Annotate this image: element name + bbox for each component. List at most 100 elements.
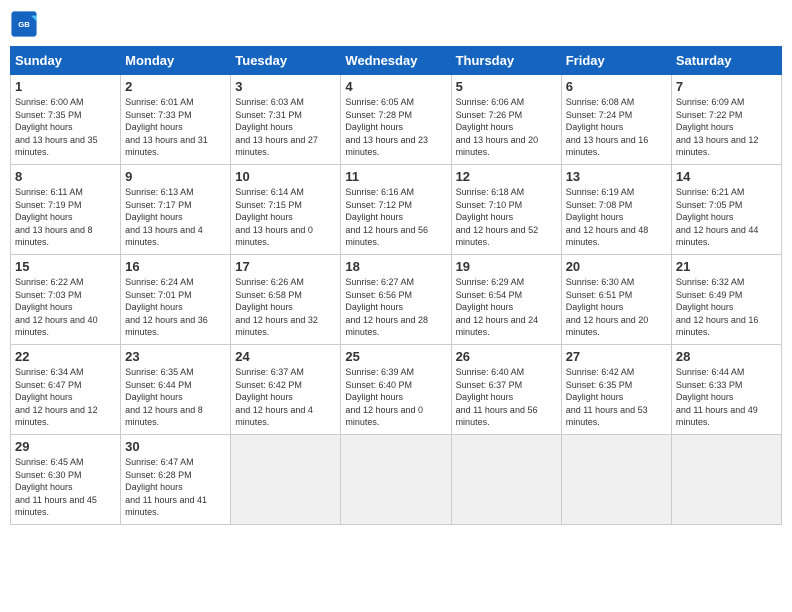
- day-cell: 24 Sunrise: 6:37 AM Sunset: 6:42 PM Dayl…: [231, 345, 341, 435]
- day-cell: 11 Sunrise: 6:16 AM Sunset: 7:12 PM Dayl…: [341, 165, 451, 255]
- day-number: 13: [566, 169, 667, 184]
- day-number: 15: [15, 259, 116, 274]
- day-cell: 7 Sunrise: 6:09 AM Sunset: 7:22 PM Dayli…: [671, 75, 781, 165]
- day-cell: [231, 435, 341, 525]
- day-number: 19: [456, 259, 557, 274]
- day-cell: 27 Sunrise: 6:42 AM Sunset: 6:35 PM Dayl…: [561, 345, 671, 435]
- day-cell: 10 Sunrise: 6:14 AM Sunset: 7:15 PM Dayl…: [231, 165, 341, 255]
- day-number: 6: [566, 79, 667, 94]
- day-number: 8: [15, 169, 116, 184]
- calendar-table: SundayMondayTuesdayWednesdayThursdayFrid…: [10, 46, 782, 525]
- day-number: 26: [456, 349, 557, 364]
- day-number: 14: [676, 169, 777, 184]
- day-cell: 9 Sunrise: 6:13 AM Sunset: 7:17 PM Dayli…: [121, 165, 231, 255]
- day-detail: Sunrise: 6:14 AM Sunset: 7:15 PM Dayligh…: [235, 186, 336, 249]
- col-header-wednesday: Wednesday: [341, 47, 451, 75]
- col-header-tuesday: Tuesday: [231, 47, 341, 75]
- col-header-monday: Monday: [121, 47, 231, 75]
- day-cell: 3 Sunrise: 6:03 AM Sunset: 7:31 PM Dayli…: [231, 75, 341, 165]
- day-cell: [451, 435, 561, 525]
- day-number: 3: [235, 79, 336, 94]
- day-detail: Sunrise: 6:47 AM Sunset: 6:28 PM Dayligh…: [125, 456, 226, 519]
- day-cell: 22 Sunrise: 6:34 AM Sunset: 6:47 PM Dayl…: [11, 345, 121, 435]
- day-detail: Sunrise: 6:21 AM Sunset: 7:05 PM Dayligh…: [676, 186, 777, 249]
- day-number: 11: [345, 169, 446, 184]
- day-detail: Sunrise: 6:34 AM Sunset: 6:47 PM Dayligh…: [15, 366, 116, 429]
- day-detail: Sunrise: 6:24 AM Sunset: 7:01 PM Dayligh…: [125, 276, 226, 339]
- page-header: GB: [10, 10, 782, 38]
- day-cell: 29 Sunrise: 6:45 AM Sunset: 6:30 PM Dayl…: [11, 435, 121, 525]
- day-cell: 15 Sunrise: 6:22 AM Sunset: 7:03 PM Dayl…: [11, 255, 121, 345]
- day-number: 29: [15, 439, 116, 454]
- day-detail: Sunrise: 6:00 AM Sunset: 7:35 PM Dayligh…: [15, 96, 116, 159]
- day-cell: 13 Sunrise: 6:19 AM Sunset: 7:08 PM Dayl…: [561, 165, 671, 255]
- week-row-3: 15 Sunrise: 6:22 AM Sunset: 7:03 PM Dayl…: [11, 255, 782, 345]
- week-row-1: 1 Sunrise: 6:00 AM Sunset: 7:35 PM Dayli…: [11, 75, 782, 165]
- day-number: 5: [456, 79, 557, 94]
- day-cell: 5 Sunrise: 6:06 AM Sunset: 7:26 PM Dayli…: [451, 75, 561, 165]
- day-number: 22: [15, 349, 116, 364]
- day-detail: Sunrise: 6:06 AM Sunset: 7:26 PM Dayligh…: [456, 96, 557, 159]
- day-cell: 20 Sunrise: 6:30 AM Sunset: 6:51 PM Dayl…: [561, 255, 671, 345]
- logo: GB: [10, 10, 42, 38]
- day-detail: Sunrise: 6:11 AM Sunset: 7:19 PM Dayligh…: [15, 186, 116, 249]
- day-detail: Sunrise: 6:35 AM Sunset: 6:44 PM Dayligh…: [125, 366, 226, 429]
- day-detail: Sunrise: 6:39 AM Sunset: 6:40 PM Dayligh…: [345, 366, 446, 429]
- day-detail: Sunrise: 6:18 AM Sunset: 7:10 PM Dayligh…: [456, 186, 557, 249]
- day-number: 16: [125, 259, 226, 274]
- day-detail: Sunrise: 6:45 AM Sunset: 6:30 PM Dayligh…: [15, 456, 116, 519]
- day-number: 18: [345, 259, 446, 274]
- day-detail: Sunrise: 6:37 AM Sunset: 6:42 PM Dayligh…: [235, 366, 336, 429]
- day-detail: Sunrise: 6:09 AM Sunset: 7:22 PM Dayligh…: [676, 96, 777, 159]
- col-header-sunday: Sunday: [11, 47, 121, 75]
- day-cell: 28 Sunrise: 6:44 AM Sunset: 6:33 PM Dayl…: [671, 345, 781, 435]
- day-number: 1: [15, 79, 116, 94]
- day-cell: [341, 435, 451, 525]
- day-number: 24: [235, 349, 336, 364]
- col-header-thursday: Thursday: [451, 47, 561, 75]
- day-cell: 2 Sunrise: 6:01 AM Sunset: 7:33 PM Dayli…: [121, 75, 231, 165]
- day-cell: 12 Sunrise: 6:18 AM Sunset: 7:10 PM Dayl…: [451, 165, 561, 255]
- day-detail: Sunrise: 6:40 AM Sunset: 6:37 PM Dayligh…: [456, 366, 557, 429]
- day-detail: Sunrise: 6:32 AM Sunset: 6:49 PM Dayligh…: [676, 276, 777, 339]
- day-cell: 17 Sunrise: 6:26 AM Sunset: 6:58 PM Dayl…: [231, 255, 341, 345]
- day-detail: Sunrise: 6:27 AM Sunset: 6:56 PM Dayligh…: [345, 276, 446, 339]
- day-number: 25: [345, 349, 446, 364]
- day-cell: 18 Sunrise: 6:27 AM Sunset: 6:56 PM Dayl…: [341, 255, 451, 345]
- day-detail: Sunrise: 6:08 AM Sunset: 7:24 PM Dayligh…: [566, 96, 667, 159]
- day-cell: [561, 435, 671, 525]
- day-cell: 16 Sunrise: 6:24 AM Sunset: 7:01 PM Dayl…: [121, 255, 231, 345]
- day-cell: 4 Sunrise: 6:05 AM Sunset: 7:28 PM Dayli…: [341, 75, 451, 165]
- day-number: 4: [345, 79, 446, 94]
- logo-icon: GB: [10, 10, 38, 38]
- day-cell: 19 Sunrise: 6:29 AM Sunset: 6:54 PM Dayl…: [451, 255, 561, 345]
- header-row: SundayMondayTuesdayWednesdayThursdayFrid…: [11, 47, 782, 75]
- day-detail: Sunrise: 6:30 AM Sunset: 6:51 PM Dayligh…: [566, 276, 667, 339]
- day-detail: Sunrise: 6:13 AM Sunset: 7:17 PM Dayligh…: [125, 186, 226, 249]
- day-cell: 23 Sunrise: 6:35 AM Sunset: 6:44 PM Dayl…: [121, 345, 231, 435]
- day-cell: 6 Sunrise: 6:08 AM Sunset: 7:24 PM Dayli…: [561, 75, 671, 165]
- day-number: 21: [676, 259, 777, 274]
- day-number: 2: [125, 79, 226, 94]
- day-cell: 30 Sunrise: 6:47 AM Sunset: 6:28 PM Dayl…: [121, 435, 231, 525]
- day-detail: Sunrise: 6:03 AM Sunset: 7:31 PM Dayligh…: [235, 96, 336, 159]
- day-cell: 26 Sunrise: 6:40 AM Sunset: 6:37 PM Dayl…: [451, 345, 561, 435]
- day-number: 12: [456, 169, 557, 184]
- day-number: 27: [566, 349, 667, 364]
- day-number: 28: [676, 349, 777, 364]
- day-number: 23: [125, 349, 226, 364]
- day-cell: [671, 435, 781, 525]
- day-detail: Sunrise: 6:42 AM Sunset: 6:35 PM Dayligh…: [566, 366, 667, 429]
- week-row-2: 8 Sunrise: 6:11 AM Sunset: 7:19 PM Dayli…: [11, 165, 782, 255]
- day-number: 9: [125, 169, 226, 184]
- day-cell: 25 Sunrise: 6:39 AM Sunset: 6:40 PM Dayl…: [341, 345, 451, 435]
- day-cell: 8 Sunrise: 6:11 AM Sunset: 7:19 PM Dayli…: [11, 165, 121, 255]
- day-number: 30: [125, 439, 226, 454]
- day-number: 17: [235, 259, 336, 274]
- day-number: 10: [235, 169, 336, 184]
- day-detail: Sunrise: 6:16 AM Sunset: 7:12 PM Dayligh…: [345, 186, 446, 249]
- day-detail: Sunrise: 6:44 AM Sunset: 6:33 PM Dayligh…: [676, 366, 777, 429]
- col-header-friday: Friday: [561, 47, 671, 75]
- col-header-saturday: Saturday: [671, 47, 781, 75]
- day-detail: Sunrise: 6:26 AM Sunset: 6:58 PM Dayligh…: [235, 276, 336, 339]
